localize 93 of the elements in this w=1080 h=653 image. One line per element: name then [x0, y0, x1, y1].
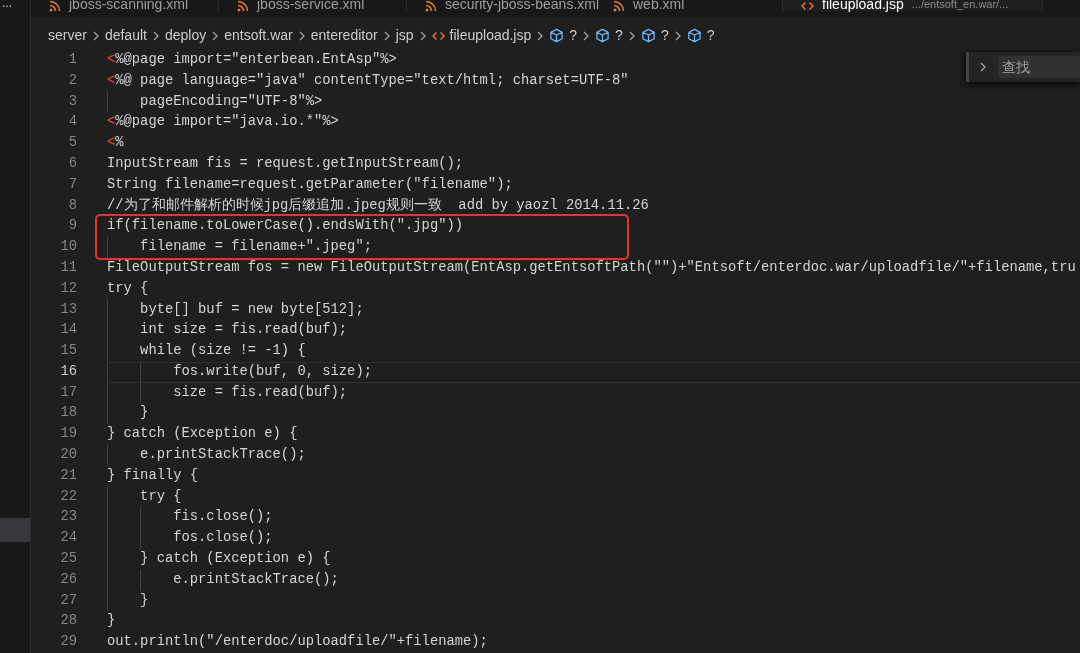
line-number: 20: [59, 446, 77, 465]
line-number: 23: [59, 508, 77, 527]
code-line: <%@page import="enterbean.EntAsp"%>: [107, 50, 397, 69]
line-number: 12: [59, 279, 77, 298]
line-number: 11: [59, 258, 77, 277]
line-number: 8: [67, 196, 77, 215]
breadcrumb-item[interactable]: jsp: [395, 25, 414, 47]
breadcrumb-item[interactable]: ?: [686, 25, 715, 47]
code-line: if(filename.toLowerCase().endsWith(".jpg")): [107, 217, 464, 236]
line-number: 4: [67, 113, 77, 132]
chevron-icon: [418, 29, 427, 42]
code-icon: [801, 0, 814, 12]
code-line: int size = fis.read(buf);: [139, 321, 348, 340]
rss-icon: [425, 0, 437, 12]
code-line: String filename=request.getParameter("filename");: [107, 175, 513, 194]
code-line: FileOutputStream fos = new FileOutputStream(EntAsp.getEntsoftPath("")+"Entsoft/enterdoc.war/uploadfile/"+filename,tru: [107, 258, 1076, 277]
find-field[interactable]: 查找: [998, 56, 1080, 78]
code-line: filename = filename+".jpeg";: [139, 238, 372, 257]
breadcrumb-item[interactable]: default: [104, 25, 147, 47]
chevron-icon: [582, 29, 591, 42]
code-line: fos.close();: [172, 529, 273, 548]
line-number: 15: [59, 342, 77, 361]
code-line: fos.write(buf, 0, size);: [172, 362, 372, 381]
code-line: }: [139, 404, 149, 423]
chevron-icon: [382, 29, 391, 42]
line-number: 14: [59, 321, 77, 340]
line-number: 28: [59, 612, 77, 631]
code-line: //为了和邮件解析的时候jpg后缀追加.jpeg规则一致 add by yaozl 2014.11.26: [107, 196, 649, 215]
code-icon: [431, 29, 445, 42]
code-line: try {: [139, 487, 182, 506]
chevron-icon: [297, 29, 306, 42]
code-line: <%: [107, 134, 124, 153]
line-number: 19: [59, 425, 77, 444]
code-line: <%@ page language="java" contentType="text/html; charset=UTF-8": [107, 71, 629, 90]
line-number: 5: [67, 134, 77, 153]
rss-icon: [237, 0, 249, 12]
chevron-icon: [211, 29, 220, 42]
cube-icon: [549, 28, 565, 44]
breadcrumb-item[interactable]: entereditor: [310, 25, 378, 47]
cube-icon: [686, 28, 702, 44]
line-number: 29: [59, 633, 77, 652]
cube-icon: [640, 28, 656, 44]
line-number: 25: [59, 550, 77, 569]
sidebar-selection: [0, 518, 30, 542]
line-number: 16: [59, 362, 77, 381]
line-number: 1: [67, 50, 77, 69]
code-line: } catch (Exception e) {: [107, 425, 298, 444]
line-number: 7: [67, 175, 77, 194]
code-line: while (size != -1) {: [139, 342, 306, 361]
line-number: 24: [59, 529, 77, 548]
code-line: }: [107, 612, 116, 631]
code-line: size = fis.read(buf);: [172, 383, 348, 402]
chevron-icon: [536, 29, 545, 42]
breadcrumb-item[interactable]: ?: [640, 25, 669, 47]
code-line: }: [139, 591, 149, 610]
chevron-icon: [979, 61, 987, 73]
line-number: 3: [67, 92, 77, 111]
line-number: 18: [59, 404, 77, 423]
code-line: <%@page import="java.io.*"%>: [107, 113, 339, 132]
code-line: InputStream fis = request.getInputStream();: [107, 154, 464, 173]
rss-icon: [49, 0, 61, 12]
breadcrumb-item[interactable]: entsoft.war: [224, 25, 293, 47]
breadcrumb-item[interactable]: fileupload.jsp: [431, 25, 532, 47]
line-number: 10: [59, 238, 77, 257]
line-number: 22: [59, 487, 77, 506]
line-number: 6: [67, 154, 77, 173]
line-number: 27: [59, 591, 77, 610]
line-number: 2: [67, 71, 77, 90]
breadcrumb-item[interactable]: server: [48, 25, 87, 47]
code-line: e.printStackTrace();: [139, 446, 306, 465]
chevron-icon: [151, 29, 160, 42]
line-number: 17: [59, 383, 77, 402]
breadcrumb-item[interactable]: ?: [549, 25, 578, 47]
cube-icon: [595, 28, 611, 44]
code-line: } catch (Exception e) {: [139, 550, 331, 569]
code-line: pageEncoding="UTF-8"%>: [139, 92, 323, 111]
chevron-icon: [91, 29, 100, 42]
breadcrumb-item[interactable]: deploy: [164, 25, 207, 47]
code-line: byte[] buf = new byte[512];: [139, 300, 364, 319]
rss-icon: [613, 0, 625, 12]
line-number: 26: [59, 570, 77, 589]
code-line: e.printStackTrace();: [172, 570, 339, 589]
line-number: 21: [59, 466, 77, 485]
line-number: 13: [59, 300, 77, 319]
more-label[interactable]: ...: [0, 0, 30, 8]
breadcrumb-item[interactable]: ?: [595, 25, 623, 47]
chevron-icon: [627, 29, 636, 42]
line-number: 9: [67, 217, 77, 236]
code-line: } finally {: [107, 466, 199, 485]
chevron-icon: [673, 29, 682, 42]
code-line: try {: [107, 279, 149, 298]
code-line: fis.close();: [172, 508, 273, 527]
code-line: out.println("/enterdoc/uploadfile/"+filename);: [107, 633, 488, 652]
